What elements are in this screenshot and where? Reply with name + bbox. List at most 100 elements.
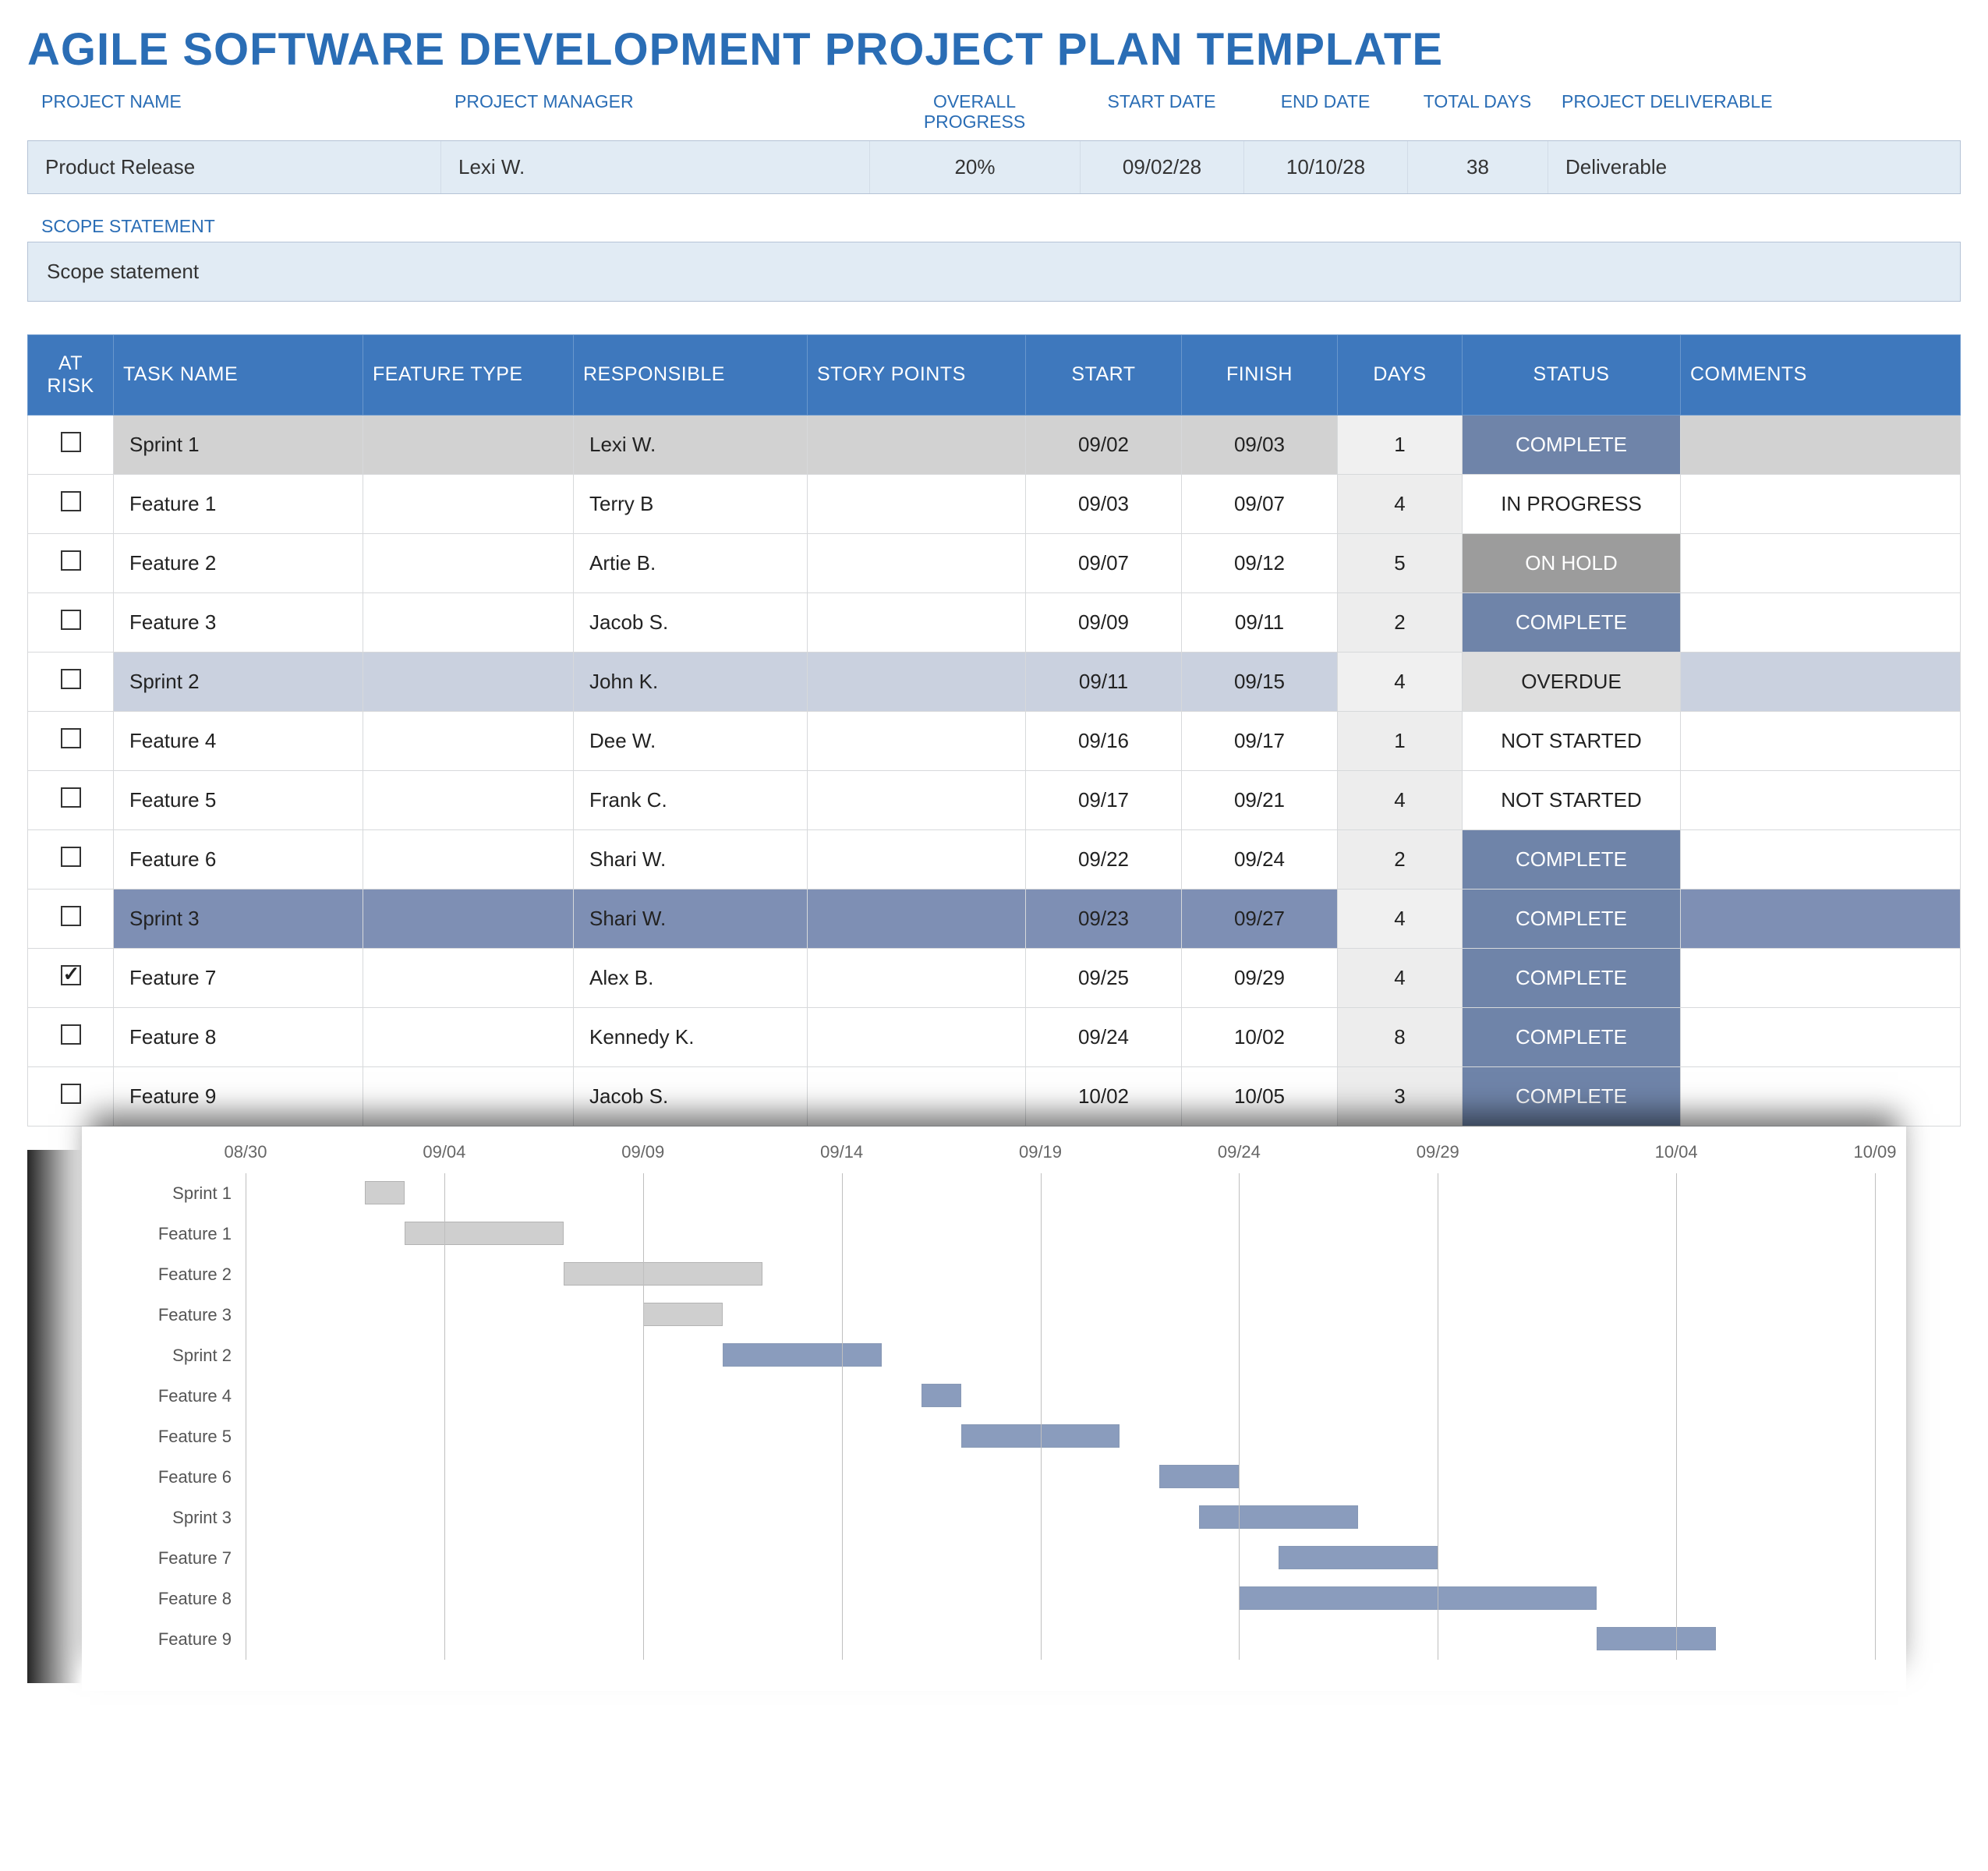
at-risk-cell[interactable] xyxy=(28,889,114,948)
task-name-cell[interactable]: Feature 2 xyxy=(114,533,363,592)
status-cell[interactable]: COMPLETE xyxy=(1463,889,1681,948)
days-cell[interactable]: 8 xyxy=(1338,1007,1463,1066)
comments-cell[interactable] xyxy=(1681,889,1961,948)
feature-type-cell[interactable] xyxy=(363,415,574,474)
story-points-cell[interactable] xyxy=(808,474,1026,533)
task-name-cell[interactable]: Feature 7 xyxy=(114,948,363,1007)
responsible-cell[interactable]: Jacob S. xyxy=(574,1066,808,1126)
story-points-cell[interactable] xyxy=(808,711,1026,770)
responsible-cell[interactable]: Jacob S. xyxy=(574,592,808,652)
status-cell[interactable]: NOT STARTED xyxy=(1463,711,1681,770)
comments-cell[interactable] xyxy=(1681,770,1961,829)
days-cell[interactable]: 4 xyxy=(1338,948,1463,1007)
task-name-cell[interactable]: Feature 5 xyxy=(114,770,363,829)
finish-cell[interactable]: 09/24 xyxy=(1182,829,1338,889)
val-project-manager[interactable]: Lexi W. xyxy=(441,141,870,193)
feature-type-cell[interactable] xyxy=(363,829,574,889)
at-risk-cell[interactable] xyxy=(28,533,114,592)
checkbox-icon[interactable] xyxy=(61,847,81,867)
story-points-cell[interactable] xyxy=(808,415,1026,474)
status-cell[interactable]: COMPLETE xyxy=(1463,1007,1681,1066)
task-name-cell[interactable]: Feature 8 xyxy=(114,1007,363,1066)
task-name-cell[interactable]: Sprint 3 xyxy=(114,889,363,948)
at-risk-cell[interactable] xyxy=(28,948,114,1007)
task-name-cell[interactable]: Feature 1 xyxy=(114,474,363,533)
checkbox-icon[interactable] xyxy=(61,1024,81,1045)
at-risk-cell[interactable] xyxy=(28,415,114,474)
story-points-cell[interactable] xyxy=(808,889,1026,948)
responsible-cell[interactable]: Dee W. xyxy=(574,711,808,770)
task-name-cell[interactable]: Feature 6 xyxy=(114,829,363,889)
feature-type-cell[interactable] xyxy=(363,592,574,652)
feature-type-cell[interactable] xyxy=(363,948,574,1007)
at-risk-cell[interactable] xyxy=(28,711,114,770)
feature-type-cell[interactable] xyxy=(363,711,574,770)
responsible-cell[interactable]: Terry B xyxy=(574,474,808,533)
story-points-cell[interactable] xyxy=(808,770,1026,829)
task-name-cell[interactable]: Sprint 2 xyxy=(114,652,363,711)
story-points-cell[interactable] xyxy=(808,829,1026,889)
val-overall-progress[interactable]: 20% xyxy=(870,141,1081,193)
scope-input[interactable]: Scope statement xyxy=(27,242,1961,302)
checkbox-icon[interactable] xyxy=(61,1084,81,1104)
feature-type-cell[interactable] xyxy=(363,770,574,829)
days-cell[interactable]: 3 xyxy=(1338,1066,1463,1126)
start-cell[interactable]: 09/22 xyxy=(1026,829,1182,889)
days-cell[interactable]: 4 xyxy=(1338,770,1463,829)
story-points-cell[interactable] xyxy=(808,652,1026,711)
checkbox-icon[interactable] xyxy=(61,610,81,630)
comments-cell[interactable] xyxy=(1681,592,1961,652)
responsible-cell[interactable]: Frank C. xyxy=(574,770,808,829)
responsible-cell[interactable]: Shari W. xyxy=(574,889,808,948)
responsible-cell[interactable]: Alex B. xyxy=(574,948,808,1007)
start-cell[interactable]: 09/11 xyxy=(1026,652,1182,711)
status-cell[interactable]: COMPLETE xyxy=(1463,415,1681,474)
val-project-name[interactable]: Product Release xyxy=(28,141,441,193)
story-points-cell[interactable] xyxy=(808,948,1026,1007)
at-risk-cell[interactable] xyxy=(28,474,114,533)
story-points-cell[interactable] xyxy=(808,533,1026,592)
at-risk-cell[interactable] xyxy=(28,1007,114,1066)
finish-cell[interactable]: 09/07 xyxy=(1182,474,1338,533)
finish-cell[interactable]: 09/15 xyxy=(1182,652,1338,711)
checkbox-icon[interactable] xyxy=(61,728,81,748)
checkbox-icon[interactable] xyxy=(61,787,81,808)
start-cell[interactable]: 09/03 xyxy=(1026,474,1182,533)
val-total-days[interactable]: 38 xyxy=(1408,141,1548,193)
val-start-date[interactable]: 09/02/28 xyxy=(1081,141,1244,193)
story-points-cell[interactable] xyxy=(808,1066,1026,1126)
start-cell[interactable]: 09/25 xyxy=(1026,948,1182,1007)
comments-cell[interactable] xyxy=(1681,652,1961,711)
feature-type-cell[interactable] xyxy=(363,1007,574,1066)
finish-cell[interactable]: 10/02 xyxy=(1182,1007,1338,1066)
days-cell[interactable]: 5 xyxy=(1338,533,1463,592)
comments-cell[interactable] xyxy=(1681,474,1961,533)
finish-cell[interactable]: 09/03 xyxy=(1182,415,1338,474)
at-risk-cell[interactable] xyxy=(28,592,114,652)
status-cell[interactable]: COMPLETE xyxy=(1463,592,1681,652)
task-name-cell[interactable]: Sprint 1 xyxy=(114,415,363,474)
checkbox-icon[interactable] xyxy=(61,491,81,511)
finish-cell[interactable]: 09/29 xyxy=(1182,948,1338,1007)
responsible-cell[interactable]: Kennedy K. xyxy=(574,1007,808,1066)
days-cell[interactable]: 1 xyxy=(1338,415,1463,474)
responsible-cell[interactable]: Artie B. xyxy=(574,533,808,592)
at-risk-cell[interactable] xyxy=(28,829,114,889)
days-cell[interactable]: 4 xyxy=(1338,652,1463,711)
status-cell[interactable]: IN PROGRESS xyxy=(1463,474,1681,533)
finish-cell[interactable]: 09/17 xyxy=(1182,711,1338,770)
story-points-cell[interactable] xyxy=(808,1007,1026,1066)
days-cell[interactable]: 1 xyxy=(1338,711,1463,770)
val-deliverable[interactable]: Deliverable xyxy=(1548,141,1960,193)
checkbox-icon[interactable] xyxy=(61,432,81,452)
status-cell[interactable]: COMPLETE xyxy=(1463,1066,1681,1126)
at-risk-cell[interactable] xyxy=(28,652,114,711)
finish-cell[interactable]: 10/05 xyxy=(1182,1066,1338,1126)
start-cell[interactable]: 10/02 xyxy=(1026,1066,1182,1126)
finish-cell[interactable]: 09/21 xyxy=(1182,770,1338,829)
feature-type-cell[interactable] xyxy=(363,474,574,533)
responsible-cell[interactable]: Lexi W. xyxy=(574,415,808,474)
days-cell[interactable]: 2 xyxy=(1338,592,1463,652)
status-cell[interactable]: COMPLETE xyxy=(1463,829,1681,889)
days-cell[interactable]: 2 xyxy=(1338,829,1463,889)
